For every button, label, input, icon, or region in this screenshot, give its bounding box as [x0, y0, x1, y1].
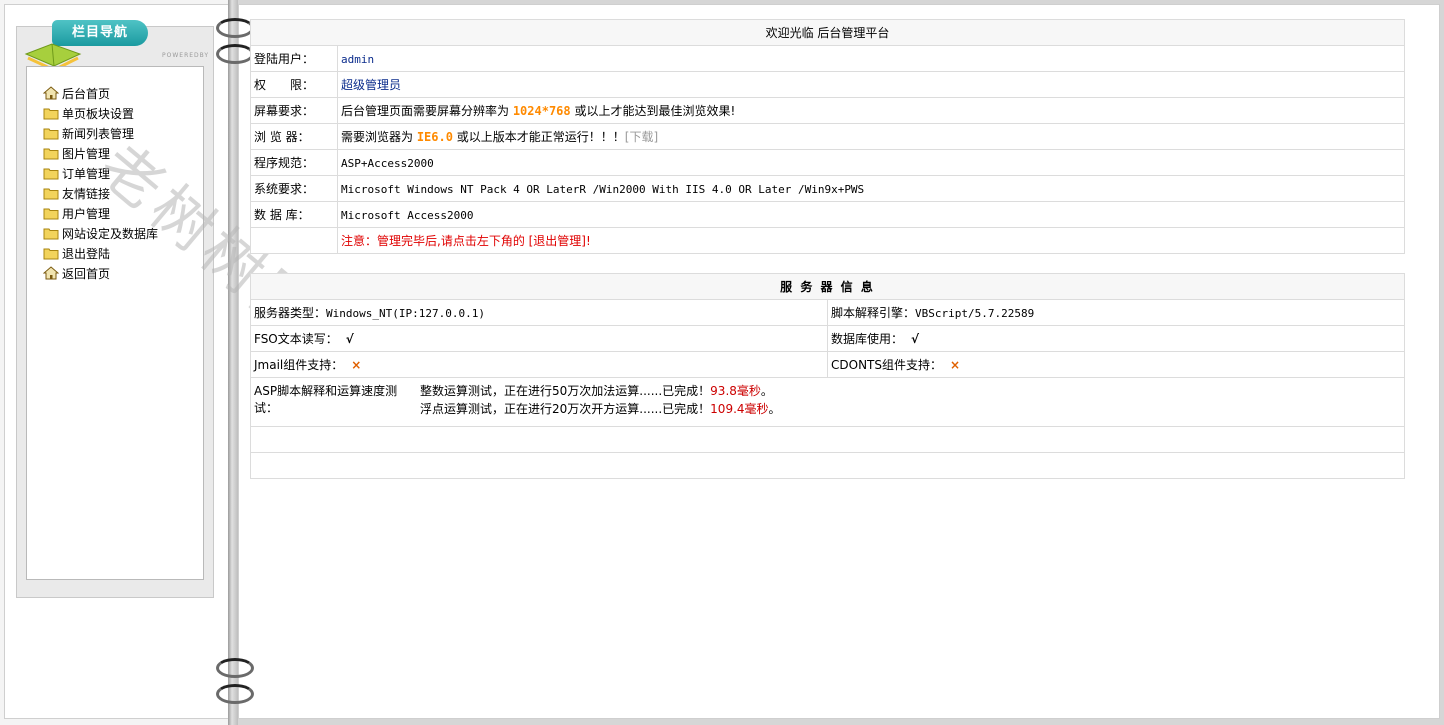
- program-value: ASP+Access2000: [341, 156, 434, 170]
- screen-resolution: 1024*768: [512, 104, 571, 118]
- user-label: 登陆用户：: [250, 45, 338, 72]
- nav-item-label: 返回首页: [62, 266, 111, 281]
- binder-ring-icon: [216, 658, 254, 678]
- table-row: FSO文本读写： √ 数据库使用： √: [250, 325, 1405, 352]
- table-row: 服务器类型：Windows_NT(IP:127.0.0.1) 脚本解释引擎：VB…: [250, 299, 1405, 326]
- folder-icon: [43, 126, 59, 140]
- perm-label: 权 限：: [250, 71, 338, 98]
- int-test-time: 93.8毫秒: [710, 384, 761, 398]
- browser-text-post: 或以上版本才能正常运行！！！: [452, 130, 625, 144]
- nav-item-label: 网站设定及数据库: [62, 226, 159, 241]
- table-row: 浏 览 器： 需要浏览器为 IE6.0 或以上版本才能正常运行！！！[下载]: [250, 123, 1405, 150]
- home-icon: [42, 266, 60, 280]
- nav-item-label: 订单管理: [62, 166, 111, 181]
- dbuse-label: 数据库使用：: [831, 332, 904, 346]
- jmail-label: Jmail组件支持：: [254, 358, 344, 372]
- nav-item-label: 退出登陆: [62, 246, 111, 261]
- browser-version: IE6.0: [416, 130, 453, 144]
- nav-item[interactable]: 返回首页: [42, 263, 203, 283]
- folder-icon: [43, 186, 59, 200]
- nav-item[interactable]: 后台首页: [42, 83, 203, 103]
- table-row: [250, 452, 1405, 479]
- speed-label: ASP脚本解释和运算速度测试：: [254, 384, 398, 415]
- server-type-value: Windows_NT(IP:127.0.0.1): [326, 307, 485, 320]
- cdonts-cross-icon: ×: [950, 358, 961, 372]
- jmail-cross-icon: ×: [351, 358, 362, 372]
- nav-item[interactable]: 单页板块设置: [43, 103, 203, 123]
- nav-item[interactable]: 订单管理: [43, 163, 203, 183]
- binder-ring-icon: [216, 18, 254, 38]
- engine-value: VBScript/5.7.22589: [915, 307, 1035, 320]
- float-test-time: 109.4毫秒: [710, 402, 769, 416]
- powered-by-text: POWEREDBY: [162, 52, 210, 59]
- table-row: 注意：管理完毕后,请点击左下角的 [退出管理]!: [250, 227, 1405, 254]
- table-row: [250, 426, 1405, 453]
- table-row: 屏幕要求： 后台管理页面需要屏幕分辨率为 1024*768 或以上才能达到最佳浏…: [250, 97, 1405, 124]
- system-value: Microsoft Windows NT Pack 4 OR LaterR /W…: [341, 182, 865, 196]
- folder-icon: [43, 166, 59, 180]
- nav-item-label: 友情链接: [62, 186, 111, 201]
- nav-item[interactable]: 图片管理: [43, 143, 203, 163]
- logout-notice: 注意：管理完毕后,请点击左下角的 [退出管理]!: [341, 234, 591, 248]
- binder-ring-icon: [216, 44, 254, 64]
- download-link[interactable]: [下载]: [625, 130, 658, 144]
- nav-item[interactable]: 网站设定及数据库: [43, 223, 203, 243]
- table-row: Jmail组件支持： × CDONTS组件支持： ×: [250, 351, 1405, 378]
- nav-item-label: 新闻列表管理: [62, 126, 135, 141]
- nav-item-label: 图片管理: [62, 146, 111, 161]
- cdonts-label: CDONTS组件支持：: [831, 358, 942, 372]
- server-table: 服 务 器 信 息 服务器类型：Windows_NT(IP:127.0.0.1)…: [250, 273, 1405, 479]
- nav-item[interactable]: 退出登陆: [43, 243, 203, 263]
- table-row: 登陆用户： admin: [250, 45, 1405, 72]
- folder-icon: [43, 146, 59, 160]
- server-title: 服 务 器 信 息: [250, 273, 1405, 300]
- browser-label: 浏 览 器：: [250, 123, 338, 150]
- welcome-title: 欢迎光临 后台管理平台: [250, 19, 1405, 46]
- int-test-text: 整数运算测试，正在进行50万次加法运算......已完成！: [420, 384, 711, 398]
- folder-icon: [43, 206, 59, 220]
- nav-item-label: 单页板块设置: [62, 106, 135, 121]
- program-label: 程序规范：: [250, 149, 338, 176]
- binder-spine: [228, 0, 238, 725]
- nav-item-label: 用户管理: [62, 206, 111, 221]
- table-row: 程序规范： ASP+Access2000: [250, 149, 1405, 176]
- nav-item-label: 后台首页: [62, 86, 111, 101]
- table-row: 数 据 库： Microsoft Access2000: [250, 201, 1405, 228]
- db-label: 数 据 库：: [250, 201, 338, 228]
- dbuse-check-icon: √: [911, 332, 920, 346]
- screen-text-pre: 后台管理页面需要屏幕分辨率为: [341, 104, 513, 118]
- table-row: ASP脚本解释和运算速度测试： 整数运算测试，正在进行50万次加法运算.....…: [250, 377, 1405, 427]
- nav-list: 后台首页单页板块设置 新闻列表管理 图片管理订单管理友情链接用户管理网站设定及数据库…: [27, 67, 203, 283]
- db-value: Microsoft Access2000: [341, 208, 474, 222]
- folder-icon: [43, 226, 59, 240]
- nav-item[interactable]: 新闻列表管理: [43, 123, 203, 143]
- binder-ring-icon: [216, 684, 254, 704]
- system-label: 系统要求：: [250, 175, 338, 202]
- folder-icon: [43, 246, 59, 260]
- nav-list-box: 后台首页单页板块设置 新闻列表管理 图片管理订单管理友情链接用户管理网站设定及数据库…: [26, 66, 204, 580]
- welcome-table: 欢迎光临 后台管理平台 登陆用户： admin 权 限： 超级管理员 屏幕要求：…: [250, 19, 1405, 254]
- fso-label: FSO文本读写：: [254, 332, 338, 346]
- screen-label: 屏幕要求：: [250, 97, 338, 124]
- perm-value: 超级管理员: [341, 78, 402, 92]
- folder-icon: [43, 106, 59, 120]
- nav-item[interactable]: 友情链接: [43, 183, 203, 203]
- float-test-text: 浮点运算测试，正在进行20万次开方运算......已完成！: [420, 402, 711, 416]
- engine-label: 脚本解释引擎：: [831, 306, 916, 320]
- table-row: 系统要求： Microsoft Windows NT Pack 4 OR Lat…: [250, 175, 1405, 202]
- screen-text-post: 或以上才能达到最佳浏览效果!: [570, 104, 736, 118]
- table-row: 权 限： 超级管理员: [250, 71, 1405, 98]
- fso-check-icon: √: [345, 332, 354, 346]
- home-icon: [42, 86, 60, 100]
- server-type-label: 服务器类型：: [254, 306, 327, 320]
- nav-item[interactable]: 用户管理: [43, 203, 203, 223]
- user-value: admin: [341, 52, 375, 66]
- browser-text-pre: 需要浏览器为: [341, 130, 417, 144]
